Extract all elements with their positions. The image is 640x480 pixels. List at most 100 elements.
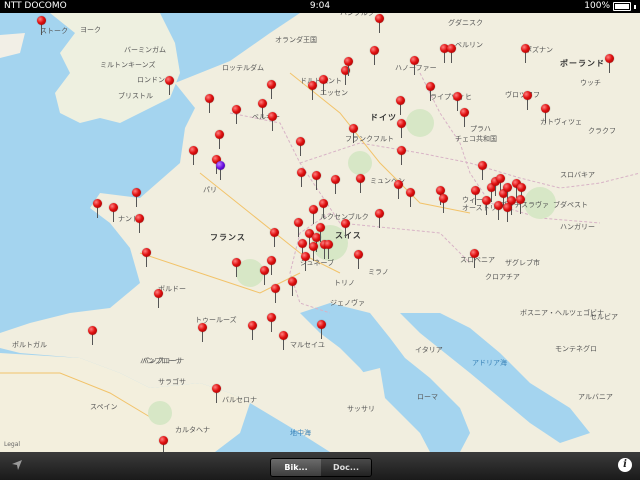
- map-pin[interactable]: [212, 384, 222, 404]
- info-button[interactable]: i: [618, 458, 632, 472]
- map-pin[interactable]: [268, 112, 278, 132]
- map-pin[interactable]: [319, 75, 329, 95]
- map-pin[interactable]: [324, 240, 334, 260]
- map-pin[interactable]: [271, 284, 281, 304]
- map-label: アドリア海: [472, 359, 507, 367]
- map-pin[interactable]: [132, 188, 142, 208]
- map-pin[interactable]: [309, 205, 319, 225]
- map-label: ハンブルク: [340, 13, 375, 17]
- map-pin[interactable]: [503, 203, 513, 223]
- map-pin[interactable]: [605, 54, 615, 74]
- map-pin[interactable]: [294, 218, 304, 238]
- map-label: ロッテルダム: [222, 64, 264, 72]
- map-pin[interactable]: [319, 199, 329, 219]
- map-label: ロンドン: [137, 76, 165, 84]
- map-pin[interactable]: [267, 80, 277, 100]
- map-pin[interactable]: [248, 321, 258, 341]
- map-pin[interactable]: [301, 252, 311, 272]
- map-pin[interactable]: [523, 91, 533, 111]
- map-pin[interactable]: [232, 105, 242, 125]
- map-label: チェコ共和国: [455, 135, 497, 143]
- map-pin[interactable]: [354, 250, 364, 270]
- map-pin[interactable]: [215, 130, 225, 150]
- map-pin[interactable]: [356, 174, 366, 194]
- map-label: ウッチ: [580, 79, 601, 87]
- map-label: サッサリ: [347, 405, 375, 413]
- map-label: ハンガリー: [560, 223, 595, 231]
- map-pin[interactable]: [189, 146, 199, 166]
- map-label: スロバキア: [560, 171, 595, 179]
- map-pin[interactable]: [397, 119, 407, 139]
- map-pin[interactable]: [296, 137, 306, 157]
- map-pin[interactable]: [279, 331, 289, 351]
- map-pin[interactable]: [317, 320, 327, 340]
- map-pin[interactable]: [232, 258, 242, 278]
- map-label: マルセイユ: [290, 341, 325, 349]
- map-pin[interactable]: [135, 214, 145, 234]
- map-pin[interactable]: [159, 436, 169, 452]
- map-pin[interactable]: [370, 46, 380, 66]
- location-arrow-icon[interactable]: [11, 459, 23, 471]
- map-label: ライプツィヒ: [430, 93, 472, 101]
- map-pin[interactable]: [394, 180, 404, 200]
- map-pin[interactable]: [93, 199, 103, 219]
- map-label: サラゴサ: [158, 378, 186, 386]
- tab-bikes[interactable]: Bik...: [271, 459, 321, 476]
- map-pin[interactable]: [478, 161, 488, 181]
- legal-link[interactable]: Legal: [4, 441, 20, 448]
- map-pin[interactable]: [439, 194, 449, 214]
- map-pin[interactable]: [396, 96, 406, 116]
- map-pin[interactable]: [470, 249, 480, 269]
- map-pin[interactable]: [270, 228, 280, 248]
- map-pin[interactable]: [344, 57, 354, 77]
- map-label: オランダ王国: [275, 36, 317, 44]
- map-pin[interactable]: [288, 277, 298, 297]
- current-location-pin[interactable]: [216, 161, 226, 181]
- map-label: ポーランド: [560, 59, 605, 68]
- map-pin[interactable]: [312, 171, 322, 191]
- map-label: クロアチア: [485, 273, 520, 281]
- map-pin[interactable]: [426, 82, 436, 102]
- map-label: プラハ: [470, 125, 491, 133]
- map-label: パリ: [203, 186, 217, 194]
- map-view[interactable]: フランス スイス ドイツ オーストリア イタリア スペイン チェコ共和国 ポーランド スロバキア…: [0, 13, 640, 452]
- map-pin[interactable]: [521, 44, 531, 64]
- map-pin[interactable]: [375, 14, 385, 34]
- map-pin[interactable]: [142, 248, 152, 268]
- map-pin[interactable]: [154, 289, 164, 309]
- bottom-toolbar: Bik... Doc...: [0, 452, 640, 480]
- map-pin[interactable]: [258, 99, 268, 119]
- map-pin[interactable]: [460, 108, 470, 128]
- map-label: パンプローナ: [142, 357, 185, 365]
- map-pin[interactable]: [37, 16, 47, 36]
- map-pin[interactable]: [165, 76, 175, 96]
- map-pin[interactable]: [267, 313, 277, 333]
- map-pin[interactable]: [516, 195, 526, 215]
- map-pin[interactable]: [198, 323, 208, 343]
- map-pin[interactable]: [205, 94, 215, 114]
- map-pin[interactable]: [406, 188, 416, 208]
- map-label: ブリストル: [118, 92, 153, 100]
- map-pin[interactable]: [397, 146, 407, 166]
- tab-docs[interactable]: Doc...: [321, 459, 371, 476]
- battery-icon: [613, 2, 631, 11]
- map-pin[interactable]: [375, 209, 385, 229]
- map-pin[interactable]: [331, 175, 341, 195]
- map-label: イタリア: [415, 346, 443, 354]
- map-label: ザグレブ市: [505, 259, 540, 267]
- map-pin[interactable]: [308, 81, 318, 101]
- map-label: モンテネグロ: [555, 345, 597, 353]
- map-pin[interactable]: [341, 219, 351, 239]
- map-pin[interactable]: [88, 326, 98, 346]
- map-label: ジェノヴァ: [330, 299, 365, 307]
- map-label: クラクフ: [588, 127, 616, 135]
- map-pin[interactable]: [297, 168, 307, 188]
- map-pin[interactable]: [109, 203, 119, 223]
- map-pin[interactable]: [410, 56, 420, 76]
- map-pin[interactable]: [541, 104, 551, 124]
- map-pin[interactable]: [447, 44, 457, 64]
- map-pin[interactable]: [471, 186, 481, 206]
- map-pin[interactable]: [349, 124, 359, 144]
- map-pin[interactable]: [260, 266, 270, 286]
- map-label: ベルリン: [455, 41, 483, 49]
